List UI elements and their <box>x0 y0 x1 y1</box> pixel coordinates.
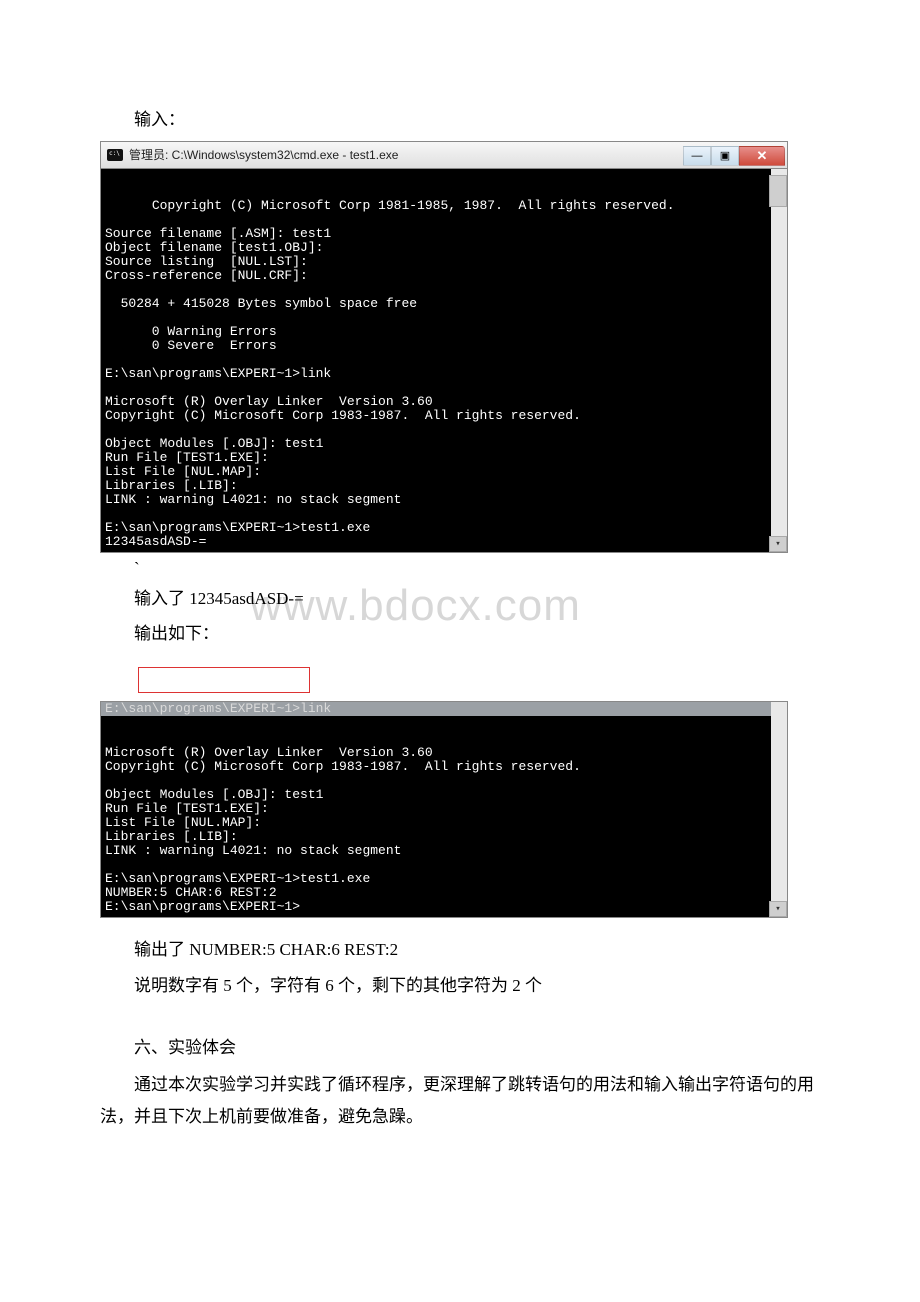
terminal-window-1: 管理员: C:\Windows\system32\cmd.exe - test1… <box>100 141 788 553</box>
red-highlight-box <box>138 667 310 693</box>
terminal-output-1: ▾ Copyright (C) Microsoft Corp 1981-1985,… <box>101 169 787 552</box>
terminal-text-1: Copyright (C) Microsoft Corp 1981-1985, … <box>105 198 675 549</box>
explanation: 说明数字有 5 个，字符有 6 个，剩下的其他字符为 2 个 <box>100 970 820 1002</box>
minimize-button[interactable]: — <box>683 146 711 166</box>
terminal-output-2: ▾ Microsoft (R) Overlay Linker Version 3… <box>101 716 787 917</box>
output-label: 输出如下： <box>100 620 820 649</box>
terminal-head-2: E:\san\programs\EXPERI~1>link <box>101 702 787 716</box>
scroll-down-icon[interactable]: ▾ <box>769 536 787 552</box>
maximize-button[interactable]: ▣ <box>711 146 739 166</box>
titlebar: 管理员: C:\Windows\system32\cmd.exe - test1… <box>101 142 787 169</box>
window-title: 管理员: C:\Windows\system32\cmd.exe - test1… <box>129 146 683 163</box>
section-6-heading: 六、实验体会 <box>100 1032 820 1064</box>
cmd-icon <box>107 149 123 161</box>
scroll-down-icon[interactable]: ▾ <box>769 901 787 917</box>
input-label: 输入： <box>100 106 820 135</box>
close-button[interactable]: ✕ <box>739 146 785 166</box>
summary-paragraph: 通过本次实验学习并实践了循环程序，更深理解了跳转语句的用法和输入输出字符语句的用… <box>100 1069 820 1134</box>
terminal-text-2: Microsoft (R) Overlay Linker Version 3.6… <box>105 745 581 914</box>
scrollbar-thumb[interactable] <box>769 175 787 207</box>
window-buttons: — ▣ ✕ <box>683 146 785 164</box>
output-statement: 输出了 NUMBER:5 CHAR:6 REST:2 <box>100 934 820 966</box>
stray-backtick: ` <box>134 559 820 579</box>
terminal-window-2: E:\san\programs\EXPERI~1>link ▾ Microsof… <box>100 701 788 918</box>
input-confirm: 输入了 12345asdASD-= <box>100 585 820 614</box>
